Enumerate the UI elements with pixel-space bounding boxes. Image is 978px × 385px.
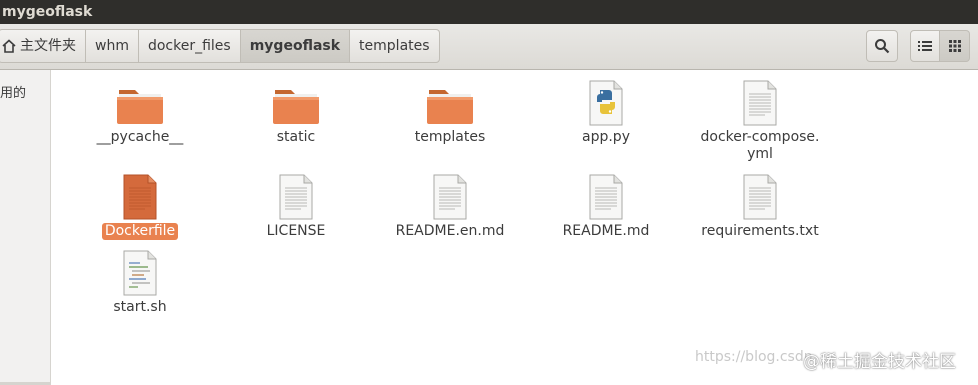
file-name: __pycache__: [96, 129, 184, 145]
file-item-pycache[interactable]: __pycache__: [70, 82, 210, 146]
breadcrumb-home-label: 主文件夹: [20, 38, 76, 54]
window-title: mygeoflask: [0, 0, 978, 24]
python-file-icon: [589, 80, 623, 126]
list-view-icon: [918, 41, 932, 51]
toolbar: 主文件夹 whm docker_files mygeoflask templat…: [0, 24, 978, 70]
breadcrumb-item-docker-files[interactable]: docker_files: [137, 29, 240, 63]
file-name: start.sh: [113, 299, 167, 315]
file-item-readme[interactable]: README.md: [536, 174, 676, 240]
folder-icon: [427, 90, 473, 124]
text-file-icon: [743, 80, 777, 126]
search-icon: [875, 39, 890, 54]
file-name: app.py: [582, 129, 630, 145]
file-item-license[interactable]: LICENSE: [226, 174, 366, 240]
file-name: requirements.txt: [701, 223, 819, 239]
breadcrumb-label: mygeoflask: [249, 38, 341, 54]
folder-icon: [273, 90, 319, 124]
file-grid: __pycache__ static templates app.py dock…: [52, 70, 978, 385]
breadcrumb: 主文件夹 whm docker_files mygeoflask templat…: [0, 29, 440, 63]
file-item-docker-compose[interactable]: docker-compose. yml: [690, 80, 830, 163]
file-item-templates[interactable]: templates: [380, 82, 520, 146]
text-file-icon: [743, 174, 777, 220]
file-item-dockerfile[interactable]: Dockerfile: [70, 174, 210, 240]
breadcrumb-item-templates[interactable]: templates: [349, 29, 440, 63]
home-icon: [2, 39, 16, 53]
text-file-icon: [589, 174, 623, 220]
breadcrumb-item-whm[interactable]: whm: [85, 29, 138, 63]
file-item-readme-en[interactable]: README.en.md: [380, 174, 520, 240]
breadcrumb-label: whm: [95, 38, 129, 54]
dockerfile-icon: [123, 174, 157, 220]
watermark-url: https://blog.csdn: [695, 349, 813, 365]
breadcrumb-label: templates: [359, 38, 430, 54]
file-name: docker-compose. yml: [700, 129, 820, 162]
file-name: Dockerfile: [101, 223, 179, 240]
file-name: static: [276, 129, 316, 145]
file-name: README.en.md: [395, 223, 505, 239]
text-file-icon: [433, 174, 467, 220]
breadcrumb-home[interactable]: 主文件夹: [0, 29, 85, 63]
text-file-icon: [279, 174, 313, 220]
sidebar-item-partial[interactable]: 用的: [0, 82, 26, 101]
sidebar: 用的: [0, 70, 51, 385]
file-name: LICENSE: [266, 223, 326, 239]
file-item-static[interactable]: static: [226, 82, 366, 146]
search-button[interactable]: [866, 30, 898, 62]
watermark-brand: @稀土掘金技术社区: [803, 352, 956, 372]
breadcrumb-item-mygeoflask[interactable]: mygeoflask: [239, 29, 350, 63]
file-name: templates: [414, 129, 486, 145]
folder-icon: [117, 90, 163, 124]
file-item-requirements[interactable]: requirements.txt: [690, 174, 830, 240]
file-item-app-py[interactable]: app.py: [536, 80, 676, 146]
grid-view-button[interactable]: [940, 30, 970, 62]
list-view-button[interactable]: [910, 30, 940, 62]
grid-view-icon: [948, 40, 961, 52]
file-name: README.md: [562, 223, 650, 239]
breadcrumb-label: docker_files: [147, 38, 231, 54]
file-item-start-sh[interactable]: start.sh: [70, 250, 210, 316]
script-file-icon: [123, 250, 157, 296]
